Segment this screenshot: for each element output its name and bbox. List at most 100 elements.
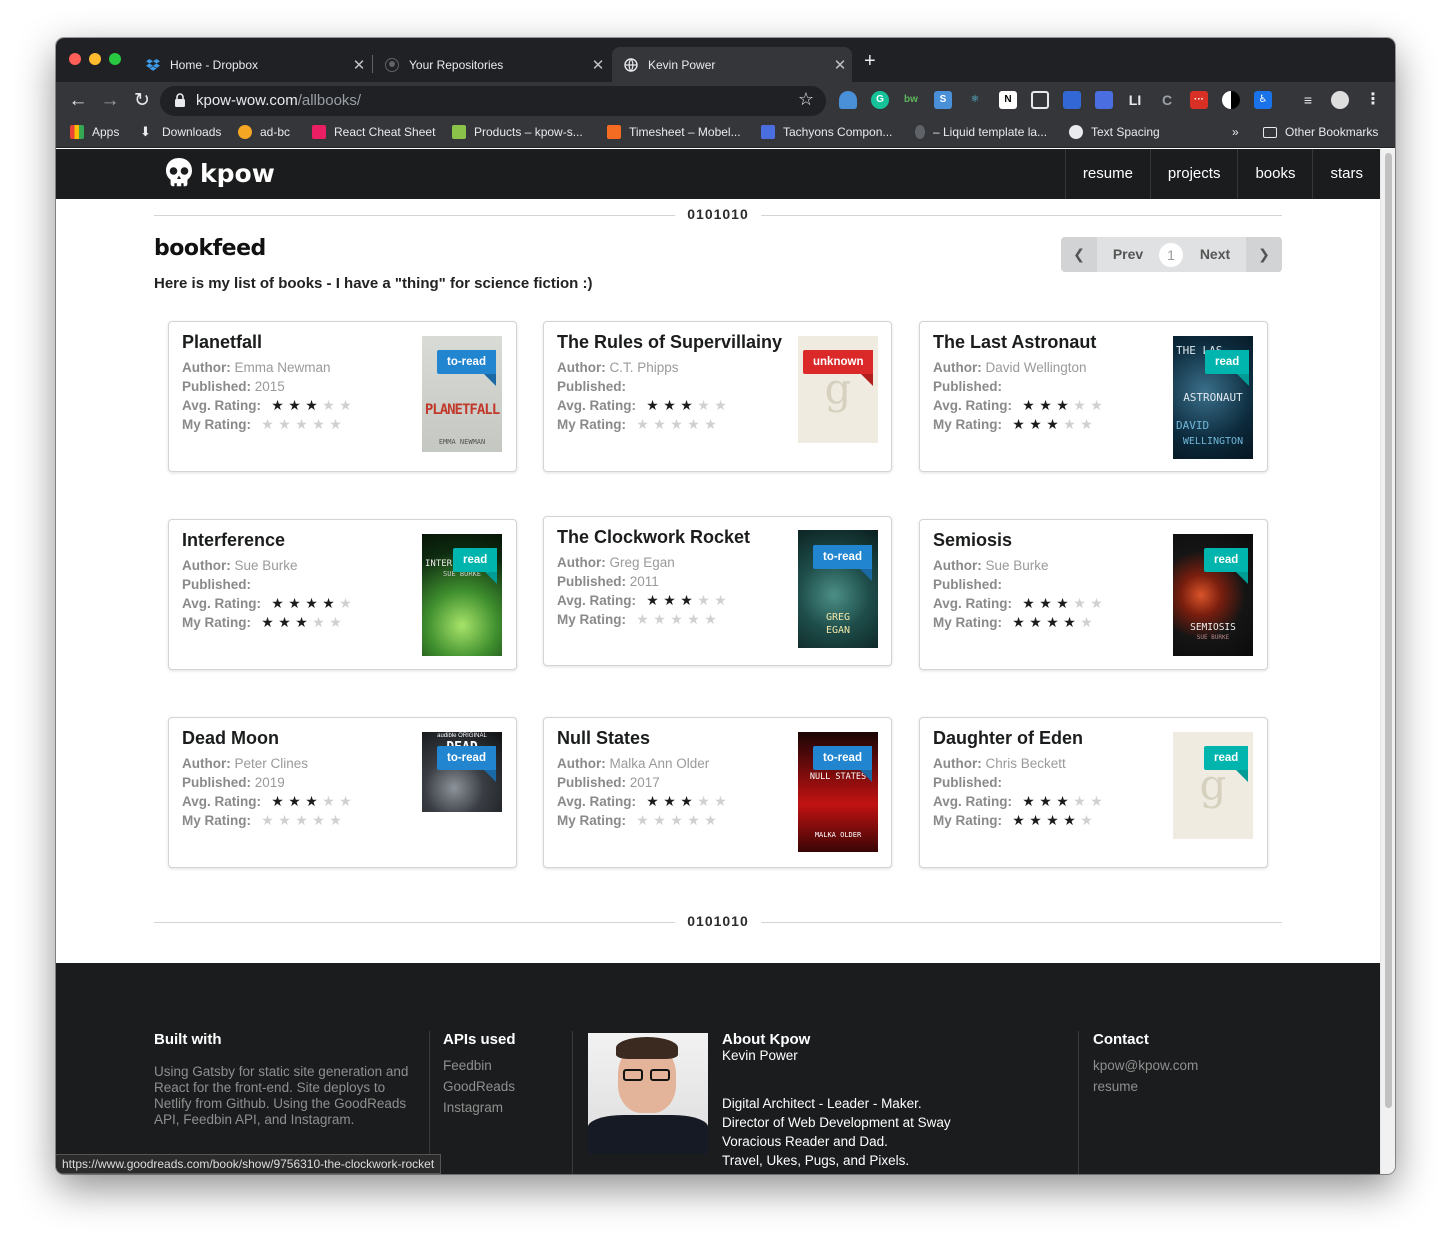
tab-dropbox[interactable]: Home - Dropbox ✕ — [134, 47, 371, 82]
nav-stars[interactable]: stars — [1312, 149, 1380, 199]
star-empty-icon: ★ — [687, 611, 700, 627]
book-title[interactable]: The Clockwork Rocket — [557, 527, 750, 548]
extension-notion-icon[interactable]: N — [999, 91, 1017, 109]
section-divider-top: 0101010 — [154, 205, 1282, 225]
book-card[interactable]: Daughter of Eden Author: Chris Beckett P… — [919, 717, 1268, 868]
browser-window: Home - Dropbox ✕ Your Repositories ✕ Kev… — [56, 38, 1395, 1174]
close-tab-icon[interactable]: ✕ — [347, 56, 371, 74]
bookmark-products[interactable]: Products – kpow-s... — [452, 125, 583, 139]
star-filled-icon: ★ — [305, 595, 318, 611]
extension-react-icon[interactable]: ⚛ — [966, 91, 984, 109]
next-chevron-icon[interactable]: ❯ — [1246, 237, 1282, 272]
book-card[interactable]: The Rules of Supervillainy Author: C.T. … — [543, 321, 892, 472]
dropbox-icon — [146, 58, 160, 72]
nav-resume[interactable]: resume — [1064, 149, 1150, 199]
cover-title: PLANETFALL — [424, 402, 500, 418]
maximize-window-button[interactable] — [109, 53, 121, 65]
bookmark-downloads[interactable]: ⬇ Downloads — [140, 125, 221, 140]
extension-s-icon[interactable]: S — [934, 91, 952, 109]
nav-projects[interactable]: projects — [1149, 149, 1238, 199]
minimize-window-button[interactable] — [89, 53, 101, 65]
close-tab-icon[interactable]: ✕ — [586, 56, 610, 74]
book-card[interactable]: Planetfall Author: Emma Newman Published… — [168, 321, 517, 472]
book-card[interactable]: Interference Author: Sue Burke Published… — [168, 519, 517, 670]
close-tab-icon[interactable]: ✕ — [828, 56, 852, 74]
star-empty-icon: ★ — [714, 793, 727, 809]
contact-resume-link[interactable]: resume — [1093, 1079, 1198, 1094]
star-filled-icon: ★ — [646, 793, 659, 809]
book-title[interactable]: Planetfall — [182, 332, 262, 353]
star-empty-icon: ★ — [261, 416, 274, 432]
forward-arrow-icon[interactable]: → — [98, 89, 122, 113]
book-card[interactable]: The Clockwork Rocket Author: Greg Egan P… — [543, 516, 892, 666]
more-bookmarks-button[interactable]: » — [1232, 125, 1239, 139]
star-empty-icon: ★ — [714, 397, 727, 413]
cover-author: EGAN — [825, 625, 851, 636]
new-tab-icon[interactable]: + — [864, 50, 876, 73]
book-title[interactable]: The Last Astronaut — [933, 332, 1096, 353]
tachyons-icon — [761, 125, 775, 139]
book-card[interactable]: Dead Moon Author: Peter Clines Published… — [168, 717, 517, 868]
nav-books[interactable]: books — [1237, 149, 1312, 199]
book-card[interactable]: Semiosis Author: Sue Burke Published: Av… — [919, 519, 1268, 670]
cover-author: WELLINGTON — [1182, 436, 1244, 447]
footer-built-with: Built with Using Gatsby for static site … — [154, 1031, 416, 1128]
bookmark-text-spacing[interactable]: Text Spacing — [1069, 125, 1160, 139]
api-link-feedbin[interactable]: Feedbin — [443, 1058, 516, 1073]
extension-grammarly-icon[interactable]: G — [871, 91, 889, 109]
site-logo[interactable]: kpow — [164, 157, 275, 189]
contact-email-link[interactable]: kpow@kpow.com — [1093, 1058, 1198, 1073]
star-filled-icon: ★ — [288, 397, 301, 413]
star-filled-icon: ★ — [305, 397, 318, 413]
avg-rating-stars: ★ ★ ★ ★ ★ — [644, 792, 729, 811]
address-bar[interactable]: kpow-wow.com/allbooks/ ☆ — [160, 86, 826, 116]
prev-chevron-icon[interactable]: ❮ — [1061, 237, 1097, 272]
bookmark-ad-bc[interactable]: ad-bc — [238, 125, 290, 139]
close-window-button[interactable] — [69, 53, 81, 65]
media-controls-icon[interactable]: ≡ — [1299, 91, 1317, 109]
book-title[interactable]: Semiosis — [933, 530, 1012, 551]
lock-icon — [175, 93, 185, 107]
api-link-goodreads[interactable]: GoodReads — [443, 1079, 516, 1094]
bookmark-tachyons[interactable]: Tachyons Compon... — [761, 125, 892, 139]
scrollbar-thumb[interactable] — [1385, 153, 1392, 1108]
extension-li-icon[interactable]: LI — [1126, 91, 1144, 109]
extension-save-icon[interactable] — [1095, 91, 1113, 109]
back-arrow-icon[interactable]: ← — [66, 89, 90, 113]
extension-lighthouse-icon[interactable] — [1063, 91, 1081, 109]
extension-shield-icon[interactable] — [839, 91, 857, 109]
avg-rating-stars: ★ ★ ★ ★ ★ — [644, 591, 729, 610]
bookmark-timesheet[interactable]: Timesheet – Mobel... — [607, 125, 741, 139]
api-link-instagram[interactable]: Instagram — [443, 1100, 516, 1115]
tab-kevin-power[interactable]: Kevin Power ✕ — [612, 47, 852, 82]
prev-button[interactable]: Prev — [1097, 237, 1159, 272]
profile-avatar[interactable] — [1331, 91, 1349, 109]
book-card[interactable]: Null States Author: Malka Ann Older Publ… — [543, 717, 892, 868]
tab-repositories[interactable]: Your Repositories ✕ — [373, 47, 610, 82]
other-bookmarks[interactable]: Other Bookmarks — [1263, 125, 1378, 139]
book-title[interactable]: Interference — [182, 530, 285, 551]
extension-red-icon[interactable]: ··· — [1190, 91, 1208, 109]
bookmark-liquid[interactable]: – Liquid template la... — [915, 125, 1047, 139]
star-filled-icon: ★ — [1039, 595, 1052, 611]
reload-icon[interactable]: ↻ — [130, 89, 154, 113]
next-button[interactable]: Next — [1185, 237, 1245, 272]
section-divider-bottom: 0101010 — [154, 912, 1282, 932]
author-label: Author: — [933, 756, 982, 771]
page-scrollbar[interactable] — [1380, 149, 1395, 1174]
bookmark-apps[interactable]: Apps — [70, 125, 119, 139]
browser-menu-icon[interactable]: ⋮ — [1364, 91, 1382, 109]
book-card[interactable]: The Last Astronaut Author: David Welling… — [919, 321, 1268, 472]
extension-c-icon[interactable]: C — [1158, 91, 1176, 109]
book-title[interactable]: Daughter of Eden — [933, 728, 1083, 749]
book-title[interactable]: Dead Moon — [182, 728, 279, 749]
book-title[interactable]: The Rules of Supervillainy — [557, 332, 782, 353]
bookmark-star-icon[interactable]: ☆ — [798, 89, 814, 110]
extension-window-icon[interactable] — [1031, 91, 1049, 109]
extension-bw-icon[interactable]: bw — [902, 91, 920, 109]
extension-contrast-icon[interactable] — [1222, 91, 1240, 109]
bookmark-react-cheat-sheet[interactable]: React Cheat Sheet — [312, 125, 435, 139]
extension-accessibility-icon[interactable]: ♿ — [1254, 91, 1272, 109]
book-title[interactable]: Null States — [557, 728, 650, 749]
published-label: Published: — [182, 379, 252, 394]
